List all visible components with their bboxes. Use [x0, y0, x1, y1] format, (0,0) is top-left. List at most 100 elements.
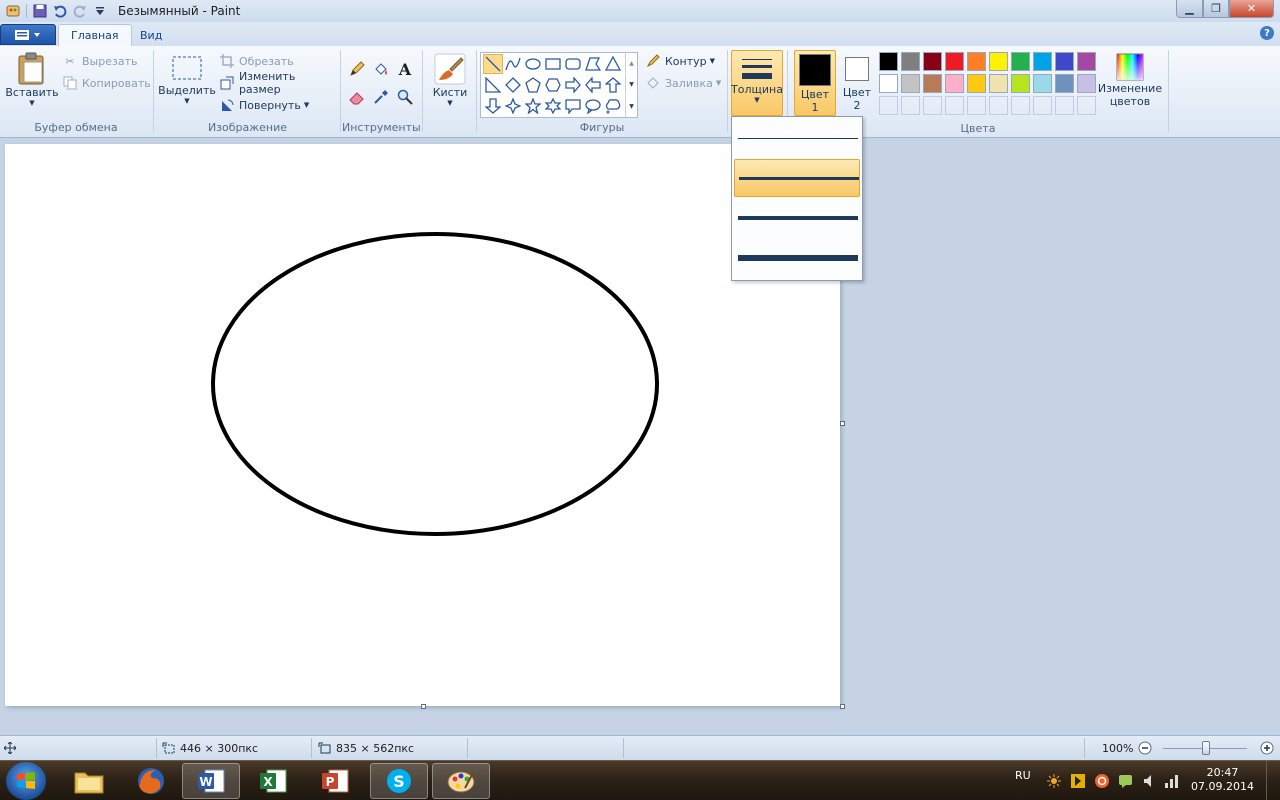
custom-color-slot[interactable] — [1011, 96, 1030, 115]
tray-update-icon[interactable] — [1094, 773, 1110, 792]
line-shape[interactable] — [483, 54, 503, 74]
tray-volume-icon[interactable] — [1142, 773, 1158, 792]
resize-handle-bottom[interactable] — [421, 704, 426, 709]
diamond-shape[interactable] — [503, 75, 523, 95]
cut-button[interactable]: ✂ Вырезать — [62, 51, 137, 71]
five-point-star-shape[interactable] — [523, 96, 543, 116]
zoom-slider-thumb[interactable] — [1202, 741, 1210, 755]
magnifier-tool[interactable] — [394, 86, 416, 108]
taskbar-word[interactable]: W — [182, 763, 240, 799]
tray-network-status-icon[interactable] — [1164, 773, 1180, 792]
tab-view[interactable]: Вид — [128, 24, 174, 46]
resize-handle-right[interactable] — [840, 421, 845, 426]
tray-chat-icon[interactable] — [1118, 773, 1134, 792]
show-desktop-button[interactable] — [1266, 761, 1280, 800]
custom-color-slot[interactable] — [967, 96, 986, 115]
palette-swatch[interactable] — [1055, 52, 1074, 71]
polygon-shape[interactable] — [583, 54, 603, 74]
palette-swatch[interactable] — [1055, 74, 1074, 93]
paint-menu-button[interactable] — [0, 24, 56, 45]
save-icon[interactable] — [30, 2, 50, 20]
custom-color-slot[interactable] — [1055, 96, 1074, 115]
undo-icon[interactable] — [50, 2, 70, 20]
oval-callout-shape[interactable] — [583, 96, 603, 116]
language-indicator[interactable]: RU — [1015, 769, 1031, 782]
oval-shape[interactable] — [523, 54, 543, 74]
taskbar-excel[interactable]: X — [244, 763, 302, 799]
custom-color-slot[interactable] — [923, 96, 942, 115]
thickness-option-4[interactable] — [734, 239, 860, 277]
six-point-star-shape[interactable] — [543, 96, 563, 116]
taskbar-paint[interactable] — [432, 763, 490, 799]
pentagon-shape[interactable] — [523, 75, 543, 95]
tray-network-icon[interactable] — [1046, 773, 1062, 792]
tray-plex-icon[interactable] — [1070, 773, 1086, 792]
rounded-rectangle-shape[interactable] — [563, 54, 583, 74]
redo-icon[interactable] — [70, 2, 90, 20]
customize-qat-icon[interactable] — [90, 2, 110, 20]
drawn-ellipse[interactable] — [211, 232, 659, 536]
palette-swatch[interactable] — [1011, 74, 1030, 93]
palette-swatch[interactable] — [945, 74, 964, 93]
outline-button[interactable]: Контур ▼ — [645, 51, 715, 71]
custom-color-slot[interactable] — [901, 96, 920, 115]
taskbar-powerpoint[interactable]: P — [306, 763, 364, 799]
resize-button[interactable]: Изменить размер — [219, 70, 340, 96]
down-arrow-shape[interactable] — [483, 96, 503, 116]
right-arrow-shape[interactable] — [563, 75, 583, 95]
cloud-callout-shape[interactable] — [603, 96, 623, 116]
drawing-canvas[interactable] — [5, 144, 840, 706]
rotate-button[interactable]: Повернуть ▼ — [219, 95, 309, 115]
palette-swatch[interactable] — [1077, 52, 1096, 71]
help-icon[interactable]: ? — [1260, 26, 1274, 40]
copy-button[interactable]: Копировать — [62, 73, 151, 93]
brushes-button[interactable]: Кисти ▼ — [428, 52, 472, 107]
canvas-workspace[interactable] — [0, 139, 1280, 735]
palette-swatch[interactable] — [879, 52, 898, 71]
tab-home[interactable]: Главная — [58, 24, 132, 46]
start-button[interactable] — [6, 762, 46, 800]
fill-button[interactable]: Заливка ▼ — [645, 73, 721, 93]
eraser-tool[interactable] — [346, 86, 368, 108]
palette-swatch[interactable] — [989, 74, 1008, 93]
resize-handle-corner[interactable] — [840, 704, 845, 709]
palette-swatch[interactable] — [1011, 52, 1030, 71]
rectangular-callout-shape[interactable] — [563, 96, 583, 116]
thickness-button[interactable]: Толщина ▼ — [731, 50, 783, 116]
color2-button[interactable]: Цвет 2 — [838, 50, 876, 116]
fill-tool[interactable] — [370, 58, 392, 80]
taskbar-explorer[interactable] — [60, 763, 118, 799]
minimize-button[interactable]: ▁ — [1176, 0, 1203, 18]
palette-swatch[interactable] — [967, 52, 986, 71]
hexagon-shape[interactable] — [543, 75, 563, 95]
palette-swatch[interactable] — [923, 52, 942, 71]
up-arrow-shape[interactable] — [603, 75, 623, 95]
four-point-star-shape[interactable] — [503, 96, 523, 116]
palette-swatch[interactable] — [1077, 74, 1096, 93]
pencil-tool[interactable] — [346, 58, 368, 80]
shapes-scroll-down[interactable]: ▼ — [625, 74, 637, 94]
thickness-option-2[interactable] — [734, 159, 860, 197]
rectangle-shape[interactable] — [543, 54, 563, 74]
triangle-shape[interactable] — [603, 54, 623, 74]
palette-swatch[interactable] — [1033, 74, 1052, 93]
paste-button[interactable]: Вставить ▼ — [5, 52, 59, 107]
palette-swatch[interactable] — [901, 74, 920, 93]
select-button[interactable]: Выделить ▼ — [158, 54, 216, 105]
edit-colors-button[interactable]: Изменение цветов — [1098, 52, 1162, 108]
right-triangle-shape[interactable] — [483, 75, 503, 95]
system-clock[interactable]: 20:47 07.09.2014 — [1191, 766, 1254, 794]
palette-swatch[interactable] — [989, 52, 1008, 71]
crop-button[interactable]: Обрезать — [219, 51, 294, 71]
thickness-option-1[interactable] — [734, 119, 860, 157]
left-arrow-shape[interactable] — [583, 75, 603, 95]
thickness-option-3[interactable] — [734, 199, 860, 237]
custom-color-slot[interactable] — [1077, 96, 1096, 115]
palette-swatch[interactable] — [901, 52, 920, 71]
palette-swatch[interactable] — [967, 74, 986, 93]
custom-color-slot[interactable] — [945, 96, 964, 115]
palette-swatch[interactable] — [1033, 52, 1052, 71]
palette-swatch[interactable] — [879, 74, 898, 93]
zoom-in-button[interactable] — [1260, 740, 1274, 756]
shapes-scroll-up[interactable]: ▲ — [625, 53, 637, 73]
